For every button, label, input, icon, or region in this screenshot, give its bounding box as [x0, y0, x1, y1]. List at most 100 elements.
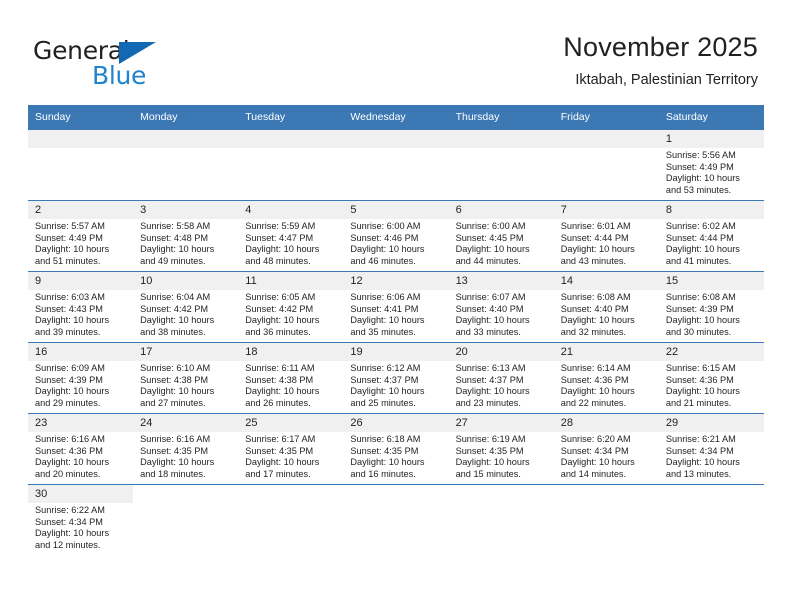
day-sunset-text: Sunset: 4:39 PM — [35, 374, 103, 385]
day-sunset-text: Sunset: 4:44 PM — [560, 232, 629, 243]
calendar-week-row: 30 Sunrise: 6:22 AM Sunset: 4:34 PM Dayligh… — [28, 484, 764, 556]
calendar-cell-day-30[interactable]: 30 Sunrise: 6:22 AM Sunset: 4:34 PM Dayligh… — [28, 484, 134, 556]
calendar-cell-empty[interactable] — [448, 484, 554, 556]
calendar-cell-day-9[interactable]: 9 Sunrise: 6:03 AM Sunset: 4:43 PM Daylight… — [28, 271, 134, 343]
calendar-cell-empty[interactable] — [133, 129, 239, 201]
calendar-cell-day-29[interactable]: 29 Sunrise: 6:21 AM Sunset: 4:34 PM Dayligh… — [658, 413, 764, 485]
day-daylight-1-text: Daylight: 10 hours — [665, 173, 740, 184]
calendar-cell-day-16[interactable]: 16 Sunrise: 6:09 AM Sunset: 4:39 PM Dayligh… — [28, 342, 134, 414]
calendar-cell-empty[interactable] — [238, 484, 344, 556]
day-sun-info: Sunrise: 6:16 AM Sunset: 4:36 PM Daylight:… — [28, 432, 133, 480]
calendar-cell-day-25[interactable]: 25 Sunrise: 6:17 AM Sunset: 4:35 PM Dayligh… — [238, 413, 344, 485]
day-sun-info: Sunrise: 6:14 AM Sunset: 4:36 PM Daylight:… — [554, 361, 659, 409]
calendar-page: General Blue November 2025 Iktabah, Pale… — [0, 0, 792, 612]
calendar-cell-day-28[interactable]: 28 Sunrise: 6:20 AM Sunset: 4:34 PM Dayligh… — [553, 413, 659, 485]
calendar-cell-day-23[interactable]: 23 Sunrise: 6:16 AM Sunset: 4:36 PM Dayligh… — [28, 413, 134, 485]
calendar-cell-empty[interactable] — [343, 129, 449, 201]
calendar-cell-day-13[interactable]: 13 Sunrise: 6:07 AM Sunset: 4:40 PM Dayligh… — [448, 271, 554, 343]
day-daylight-1-text: Daylight: 10 hours — [665, 315, 740, 326]
day-sunrise-text: Sunrise: 6:13 AM — [455, 363, 526, 373]
calendar-cell-empty[interactable] — [343, 484, 449, 556]
page-title: November 2025 — [563, 32, 758, 62]
calendar-cell-day-8[interactable]: 8 Sunrise: 6:02 AM Sunset: 4:44 PM Daylight… — [658, 200, 764, 272]
day-daylight-1-text: Daylight: 10 hours — [560, 244, 635, 255]
calendar-cell-day-20[interactable]: 20 Sunrise: 6:13 AM Sunset: 4:37 PM Dayligh… — [448, 342, 554, 414]
day-sunset-text: Sunset: 4:49 PM — [665, 161, 734, 172]
day-sunrise-text: Sunrise: 6:00 AM — [350, 221, 421, 231]
day-sun-info: Sunrise: 6:19 AM Sunset: 4:35 PM Daylight:… — [449, 432, 554, 480]
day-sunset-text: Sunset: 4:40 PM — [560, 303, 629, 314]
calendar-cell-day-27[interactable]: 27 Sunrise: 6:19 AM Sunset: 4:35 PM Dayligh… — [448, 413, 554, 485]
calendar-cell-day-11[interactable]: 11 Sunrise: 6:05 AM Sunset: 4:42 PM Dayligh… — [238, 271, 344, 343]
calendar-week-row: 1 Sunrise: 5:56 AM Sunset: 4:49 PM Daylight… — [28, 129, 764, 201]
day-daylight-2-text: and 25 minutes. — [350, 397, 416, 408]
calendar-cell-day-15[interactable]: 15 Sunrise: 6:08 AM Sunset: 4:39 PM Dayligh… — [658, 271, 764, 343]
day-sunrise-text: Sunrise: 6:06 AM — [350, 292, 421, 302]
weekday-header-row: Sunday Monday Tuesday Wednesday Thursday… — [28, 105, 764, 130]
day-sunset-text: Sunset: 4:37 PM — [455, 374, 524, 385]
day-daylight-1-text: Daylight: 10 hours — [350, 244, 425, 255]
calendar-cell-empty[interactable] — [553, 484, 659, 556]
general-blue-logo[interactable]: General Blue — [33, 36, 213, 92]
day-sun-info: Sunrise: 6:00 AM Sunset: 4:46 PM Daylight:… — [343, 219, 448, 267]
day-sunrise-text: Sunrise: 5:58 AM — [140, 221, 211, 231]
day-number: 21 — [553, 343, 659, 361]
calendar-cell-day-14[interactable]: 14 Sunrise: 6:08 AM Sunset: 4:40 PM Dayligh… — [553, 271, 659, 343]
day-sunset-text: Sunset: 4:47 PM — [245, 232, 314, 243]
calendar-cell-day-12[interactable]: 12 Sunrise: 6:06 AM Sunset: 4:41 PM Dayligh… — [343, 271, 449, 343]
calendar-cell-day-22[interactable]: 22 Sunrise: 6:15 AM Sunset: 4:36 PM Dayligh… — [658, 342, 764, 414]
day-daylight-1-text: Daylight: 10 hours — [245, 386, 320, 397]
day-number: 1 — [658, 130, 764, 148]
calendar-cell-day-24[interactable]: 24 Sunrise: 6:16 AM Sunset: 4:35 PM Dayligh… — [133, 413, 239, 485]
day-daylight-2-text: and 13 minutes. — [665, 468, 732, 479]
weekday-header-sunday: Sunday — [28, 105, 134, 130]
calendar-cell-day-10[interactable]: 10 Sunrise: 6:04 AM Sunset: 4:42 PM Dayligh… — [133, 271, 239, 343]
day-daylight-2-text: and 14 minutes. — [560, 468, 627, 479]
calendar-cell-empty[interactable] — [28, 129, 134, 201]
calendar-cell-day-21[interactable]: 21 Sunrise: 6:14 AM Sunset: 4:36 PM Dayligh… — [553, 342, 659, 414]
calendar-cell-day-4[interactable]: 4 Sunrise: 5:59 AM Sunset: 4:47 PM Daylight… — [238, 200, 344, 272]
day-sunset-text: Sunset: 4:41 PM — [350, 303, 419, 314]
day-daylight-2-text: and 53 minutes. — [665, 184, 732, 195]
day-sun-info: Sunrise: 6:16 AM Sunset: 4:35 PM Daylight:… — [133, 432, 238, 480]
day-daylight-2-text: and 44 minutes. — [455, 255, 521, 266]
day-sun-info: Sunrise: 6:13 AM Sunset: 4:37 PM Daylight:… — [449, 361, 554, 409]
day-sunset-text: Sunset: 4:45 PM — [455, 232, 524, 243]
day-daylight-1-text: Daylight: 10 hours — [35, 386, 110, 397]
calendar-cell-day-18[interactable]: 18 Sunrise: 6:11 AM Sunset: 4:38 PM Dayligh… — [238, 342, 344, 414]
calendar-cell-day-2[interactable]: 2 Sunrise: 5:57 AM Sunset: 4:49 PM Daylight… — [28, 200, 134, 272]
day-daylight-1-text: Daylight: 10 hours — [35, 244, 110, 255]
day-number: 2 — [28, 201, 134, 219]
day-sunrise-text: Sunrise: 5:57 AM — [35, 221, 105, 231]
day-daylight-1-text: Daylight: 10 hours — [560, 457, 635, 468]
calendar-cell-day-7[interactable]: 7 Sunrise: 6:01 AM Sunset: 4:44 PM Daylight… — [553, 200, 659, 272]
day-sunrise-text: Sunrise: 6:22 AM — [35, 505, 105, 515]
calendar-cell-empty[interactable] — [658, 484, 764, 556]
calendar-cell-day-19[interactable]: 19 Sunrise: 6:12 AM Sunset: 4:37 PM Dayligh… — [343, 342, 449, 414]
day-number: 19 — [343, 343, 449, 361]
day-number — [553, 130, 659, 148]
calendar-cell-day-26[interactable]: 26 Sunrise: 6:18 AM Sunset: 4:35 PM Dayligh… — [343, 413, 449, 485]
calendar-cell-empty[interactable] — [133, 484, 239, 556]
day-sunset-text: Sunset: 4:44 PM — [665, 232, 734, 243]
calendar-cell-day-6[interactable]: 6 Sunrise: 6:00 AM Sunset: 4:45 PM Daylight… — [448, 200, 554, 272]
day-sunset-text: Sunset: 4:39 PM — [665, 303, 734, 314]
calendar-cell-empty[interactable] — [553, 129, 659, 201]
day-sun-info: Sunrise: 6:10 AM Sunset: 4:38 PM Daylight:… — [133, 361, 238, 409]
calendar-week-row: 2 Sunrise: 5:57 AM Sunset: 4:49 PM Daylight… — [28, 200, 764, 272]
day-daylight-2-text: and 29 minutes. — [35, 397, 101, 408]
day-sunset-text: Sunset: 4:35 PM — [455, 445, 524, 456]
calendar-week-row: 16 Sunrise: 6:09 AM Sunset: 4:39 PM Dayligh… — [28, 342, 764, 414]
day-number: 11 — [238, 272, 344, 290]
day-sunrise-text: Sunrise: 5:59 AM — [245, 221, 316, 231]
day-number: 30 — [28, 485, 134, 503]
calendar-cell-day-17[interactable]: 17 Sunrise: 6:10 AM Sunset: 4:38 PM Dayligh… — [133, 342, 239, 414]
day-number — [343, 485, 448, 503]
calendar-cell-day-5[interactable]: 5 Sunrise: 6:00 AM Sunset: 4:46 PM Daylight… — [343, 200, 449, 272]
day-daylight-2-text: and 36 minutes. — [245, 326, 311, 337]
calendar-cell-day-1[interactable]: 1 Sunrise: 5:56 AM Sunset: 4:49 PM Daylight… — [658, 129, 764, 201]
calendar-cell-day-3[interactable]: 3 Sunrise: 5:58 AM Sunset: 4:48 PM Daylight… — [133, 200, 239, 272]
calendar-cell-empty[interactable] — [448, 129, 554, 201]
calendar-cell-empty[interactable] — [238, 129, 344, 201]
day-daylight-1-text: Daylight: 10 hours — [560, 386, 635, 397]
